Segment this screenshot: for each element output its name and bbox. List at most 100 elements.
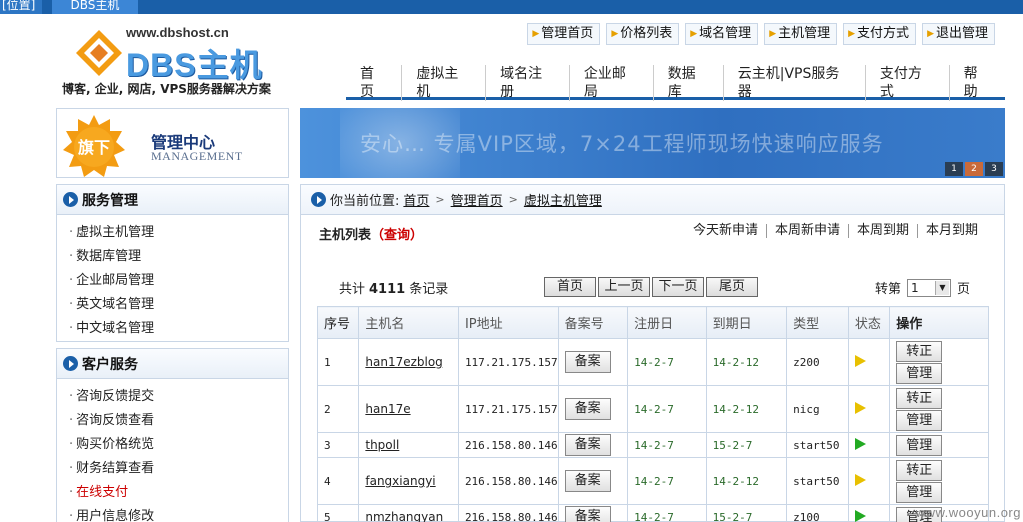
query-link[interactable]: （查询） [371, 228, 423, 243]
convert-button[interactable]: 转正 [896, 387, 943, 409]
link-price-list[interactable]: ▶ 价格列表 [606, 23, 680, 45]
circle-arrow-icon [63, 192, 78, 207]
menu-item-chinese-domain[interactable]: · 中文域名管理 [69, 317, 288, 341]
link-domain-manage[interactable]: ▶ 域名管理 [685, 23, 759, 45]
customer-menu: · 咨询反馈提交 · 咨询反馈查看 · 购买价格统览 · 财务结算查看 · 在线支付 · 用… [57, 379, 288, 522]
nav-enterprise-mail[interactable]: 企业邮局 [568, 64, 653, 101]
prev-page-button[interactable]: 上一页 [598, 277, 650, 297]
badge-starburst-icon: 旗下 [63, 115, 125, 177]
manage-button[interactable]: 管理 [896, 481, 943, 503]
record-button[interactable]: 备案 [564, 434, 611, 456]
breadcrumb-prefix: 你当前位置: [330, 194, 400, 209]
col-no: 序号 [316, 306, 360, 339]
menu-item-user-info[interactable]: · 用户信息修改 [69, 505, 288, 522]
page-select[interactable]: 1 ▼ [906, 278, 951, 297]
menu-item-database[interactable]: · 数据库管理 [69, 245, 288, 269]
filter-week-expire[interactable]: 本周到期 [847, 224, 917, 238]
link-host-manage[interactable]: ▶ 主机管理 [764, 23, 838, 45]
watermark: www.wooyun.org [915, 505, 1021, 520]
nav-cloud-vps[interactable]: 云主机|VPS服务器 [722, 64, 865, 101]
arrow-right-icon: ▶ [848, 29, 856, 39]
host-link[interactable]: han17e [358, 385, 459, 433]
record-total: 共计 4111 条记录 [339, 282, 449, 297]
breadcrumb-home[interactable]: 首页 [403, 190, 429, 209]
panel-header: 服务管理 [57, 185, 288, 215]
arrow-right-icon: ▶ [532, 29, 540, 39]
link-payment[interactable]: ▶ 支付方式 [843, 23, 917, 45]
service-management-panel: 服务管理 · 虚拟主机管理 · 数据库管理 · 企业邮局管理 · 英文域名管理 · 中文域… [56, 184, 289, 342]
host-link[interactable]: nmzhangyan [358, 504, 459, 522]
nav-payment[interactable]: 支付方式 [864, 64, 949, 101]
filter-today-new[interactable]: 今天新申请 [685, 224, 766, 238]
pagination: 首页 上一页 下一页 尾页 [544, 277, 758, 297]
record-count: 4111 [369, 282, 406, 297]
convert-button[interactable]: 转正 [896, 340, 943, 362]
nav-domain-register[interactable]: 域名注册 [485, 64, 569, 101]
host-link[interactable]: han17ezblog [358, 338, 459, 386]
status-play-icon [854, 437, 866, 450]
menu-item-finance[interactable]: · 财务结算查看 [69, 457, 288, 481]
record-button[interactable]: 备案 [564, 398, 611, 420]
banner-dot-3[interactable]: 3 [985, 162, 1003, 176]
link-logout[interactable]: ▶ 退出管理 [922, 23, 995, 45]
nav-help[interactable]: 帮助 [948, 64, 1005, 101]
menu-item-virtual-host[interactable]: · 虚拟主机管理 [69, 221, 288, 245]
arrow-right-icon: ▶ [690, 29, 698, 39]
top-tab-strip: [位置] DBS主机 [0, 0, 1023, 14]
col-ops: 操作 [889, 306, 989, 339]
filter-month-expire[interactable]: 本月到期 [916, 224, 986, 238]
filter-week-new[interactable]: 本周新申请 [765, 224, 848, 238]
table-row: 5 nmzhangyan 216.158.80.146 备案 14-2-7 15… [316, 504, 989, 522]
chevron-right-icon: > [435, 193, 445, 206]
breadcrumb-virtual-host[interactable]: 虚拟主机管理 [524, 190, 602, 209]
menu-item-price-overview[interactable]: · 购买价格统览 [69, 433, 288, 457]
nav-home[interactable]: 首页 [346, 65, 401, 101]
next-page-button[interactable]: 下一页 [652, 277, 704, 297]
nav-virtual-host[interactable]: 虚拟主机 [401, 64, 485, 101]
service-menu: · 虚拟主机管理 · 数据库管理 · 企业邮局管理 · 英文域名管理 · 中文域名管理 [57, 215, 288, 341]
record-button[interactable]: 备案 [564, 351, 611, 373]
manage-button[interactable]: 管理 [896, 409, 943, 431]
host-link[interactable]: fangxiangyi [358, 457, 459, 505]
logo-slogan: 博客, 企业, 网店, VPS服务器解决方案 [62, 82, 271, 96]
chevron-down-icon: ▼ [934, 280, 949, 295]
main-nav: 首页 虚拟主机 域名注册 企业邮局 数据库 云主机|VPS服务器 支付方式 帮助 [346, 64, 1005, 101]
logo[interactable]: www.dbshost.cn DBS主机 博客, 企业, 网店, VPS服务器解… [56, 14, 336, 100]
logo-url: www.dbshost.cn [126, 25, 229, 40]
menu-item-feedback-submit[interactable]: · 咨询反馈提交 [69, 385, 288, 409]
top-tab-position[interactable]: [位置] [0, 0, 42, 14]
banner-dot-2[interactable]: 2 [965, 162, 983, 176]
top-links: ▶ 管理首页 ▶ 价格列表 ▶ 域名管理 ▶ 主机管理 ▶ 支付方式 ▶ 退出管理 [527, 23, 995, 45]
status-play-icon [854, 354, 866, 367]
promo-banner[interactable]: 安心… 专属VIP区域，7×24工程师现场快速响应服务 1 2 3 [300, 108, 1005, 178]
chevron-right-icon: > [508, 193, 518, 206]
host-link[interactable]: thpoll [358, 432, 459, 458]
menu-item-online-payment[interactable]: · 在线支付 [69, 481, 288, 505]
circle-arrow-icon [311, 192, 326, 207]
menu-item-english-domain[interactable]: · 英文域名管理 [69, 293, 288, 317]
manage-button[interactable]: 管理 [896, 362, 943, 384]
manage-button[interactable]: 管理 [896, 434, 943, 456]
svg-text:旗下: 旗下 [78, 138, 110, 157]
convert-button[interactable]: 转正 [896, 459, 943, 481]
panel-header: 客户服务 [57, 349, 288, 379]
status-play-icon [854, 509, 866, 522]
table-header: 序号 主机名 IP地址 备案号 注册日 到期日 类型 状态 操作 [316, 306, 989, 339]
menu-item-feedback-view[interactable]: · 咨询反馈查看 [69, 409, 288, 433]
logo-diamond-icon [76, 30, 122, 76]
record-button[interactable]: 备案 [564, 470, 611, 492]
panel-title: 客户服务 [82, 356, 138, 373]
banner-dot-1[interactable]: 1 [945, 162, 963, 176]
first-page-button[interactable]: 首页 [544, 277, 596, 297]
banner-pager: 1 2 3 [945, 162, 1003, 176]
nav-database[interactable]: 数据库 [652, 64, 723, 101]
arrow-right-icon: ▶ [927, 29, 934, 39]
menu-item-enterprise-mail[interactable]: · 企业邮局管理 [69, 269, 288, 293]
link-admin-home[interactable]: ▶ 管理首页 [527, 23, 601, 45]
breadcrumb-admin-home[interactable]: 管理首页 [451, 190, 503, 209]
status-play-icon [854, 473, 866, 486]
record-button[interactable]: 备案 [564, 506, 611, 522]
status-play-icon [854, 401, 866, 414]
top-tab-dbs[interactable]: DBS主机 [52, 0, 138, 14]
last-page-button[interactable]: 尾页 [706, 277, 758, 297]
